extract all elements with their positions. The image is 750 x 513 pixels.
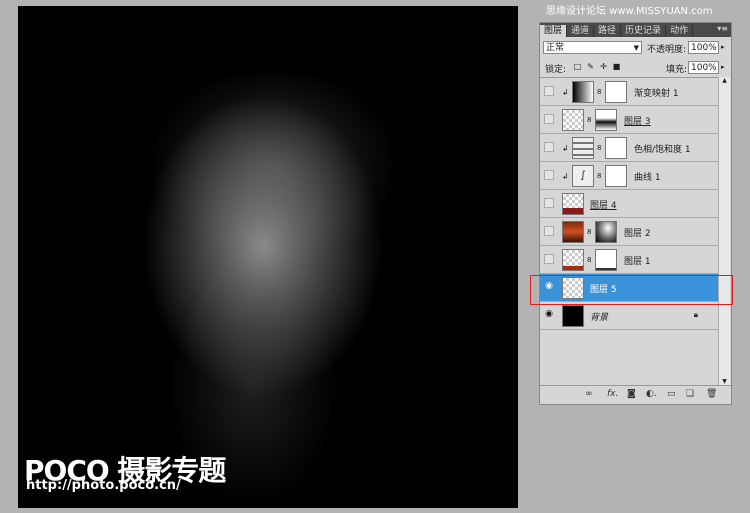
mask-thumbnail: [595, 221, 617, 243]
tab-history[interactable]: 历史记录: [621, 25, 667, 37]
clip-arrow-icon: ↲: [562, 172, 569, 181]
poco-url: http://photo.poco.cn/: [26, 478, 181, 493]
eye-icon[interactable]: ◉: [544, 310, 554, 320]
visibility-toggle[interactable]: [544, 114, 554, 124]
mask-thumbnail: [605, 137, 627, 159]
group-icon[interactable]: ▭: [667, 389, 676, 399]
opacity-arrow-icon[interactable]: ▸: [721, 43, 725, 51]
fill-label: 填充:: [666, 65, 688, 75]
layer-thumbnail: [562, 193, 584, 215]
tab-channels[interactable]: 通道: [567, 25, 595, 37]
fill-arrow-icon[interactable]: ▸: [721, 63, 725, 71]
visibility-toggle[interactable]: [544, 254, 554, 264]
chain-link-icon: 8: [597, 144, 602, 152]
visibility-toggle[interactable]: [544, 142, 554, 152]
blend-mode-value: 正常: [546, 43, 565, 53]
clip-arrow-icon: ↲: [562, 144, 569, 153]
adjustment-thumbnail: [572, 81, 594, 103]
layer-4[interactable]: 图层 4: [540, 190, 718, 218]
panel-tabs: 图层 通道 路径 历史记录 动作 ▾≡: [540, 23, 731, 37]
layer-thumbnail: [562, 109, 584, 131]
visibility-toggle[interactable]: [544, 226, 554, 236]
layer-2[interactable]: 8 图层 2: [540, 218, 718, 246]
layer-thumbnail: [562, 221, 584, 243]
mask-thumbnail: [605, 165, 627, 187]
layer-thumbnail: [562, 305, 584, 327]
lock-label: 锁定:: [545, 65, 567, 75]
layer-name: 背景: [590, 313, 609, 323]
mask-thumbnail: [605, 81, 627, 103]
watermark: 思缘设计论坛 www.MISSYUAN.com: [546, 6, 713, 17]
layer-name: 渐变映射 1: [634, 89, 679, 99]
panel-menu-icon[interactable]: ▾≡: [717, 24, 728, 33]
chain-link-icon: 8: [587, 116, 592, 124]
document-canvas[interactable]: POCO 摄影专题 http://photo.poco.cn/: [18, 6, 518, 508]
layer-curves[interactable]: ↲ ∫ 8 曲线 1: [540, 162, 718, 190]
lock-image-icon[interactable]: ✎: [586, 62, 595, 71]
mask-icon[interactable]: ◙: [627, 389, 636, 399]
link-icon[interactable]: ∞: [585, 389, 593, 399]
fx-icon[interactable]: fx.: [607, 389, 618, 399]
layer-name: 图层 4: [590, 201, 617, 211]
opacity-label: 不透明度:: [647, 45, 687, 55]
canvas-glow-top: [148, 66, 398, 266]
fill-input[interactable]: 100%: [688, 61, 719, 74]
trash-icon[interactable]: 🗑︎: [706, 389, 717, 399]
adjustment-icon[interactable]: ◐.: [646, 389, 657, 399]
layer-name: 图层 2: [624, 229, 651, 239]
curves-icon: ∫: [572, 165, 594, 187]
layer-hue-saturation[interactable]: ↲ 8 色相/饱和度 1: [540, 134, 718, 162]
layer-name: 曲线 1: [634, 173, 661, 183]
mask-thumbnail: [595, 249, 617, 271]
scroll-down-icon[interactable]: ▼: [719, 378, 730, 385]
lock-all-icon[interactable]: ■: [612, 62, 621, 71]
clip-arrow-icon: ↲: [562, 88, 569, 97]
visibility-toggle[interactable]: [544, 86, 554, 96]
new-layer-icon[interactable]: ❏: [686, 389, 694, 399]
layer-background[interactable]: ◉ 背景 🔒︎: [540, 302, 718, 330]
mask-thumbnail: [595, 109, 617, 131]
lock-position-icon[interactable]: ✛: [599, 62, 608, 71]
layer-3[interactable]: 8 图层 3: [540, 106, 718, 134]
chain-link-icon: 8: [597, 88, 602, 96]
adjustment-thumbnail: [572, 137, 594, 159]
selected-layer-highlight: [530, 275, 733, 305]
blend-mode-select[interactable]: 正常 ▼: [543, 41, 642, 54]
visibility-toggle[interactable]: [544, 198, 554, 208]
layer-name: 图层 1: [624, 257, 651, 267]
layer-name: 图层 3: [624, 117, 651, 127]
chevron-down-icon: ▼: [633, 44, 639, 52]
layer-gradient-map[interactable]: ↲ 8 渐变映射 1: [540, 78, 718, 106]
lock-transparent-icon[interactable]: □: [573, 62, 582, 71]
layer-1[interactable]: 8 图层 1: [540, 246, 718, 274]
scroll-up-icon[interactable]: ▲: [719, 77, 730, 84]
layers-panel: 图层 通道 路径 历史记录 动作 ▾≡ 正常 ▼ 不透明度: 100% ▸ 锁定…: [539, 22, 732, 405]
layer-name: 色相/饱和度 1: [634, 145, 691, 155]
layer-thumbnail: [562, 249, 584, 271]
visibility-toggle[interactable]: [544, 170, 554, 180]
chain-link-icon: 8: [587, 228, 592, 236]
chain-link-icon: 8: [587, 256, 592, 264]
tab-actions[interactable]: 动作: [666, 25, 694, 37]
lock-icon: 🔒︎: [693, 310, 698, 319]
panel-bottom-toolbar: ∞ fx. ◙ ◐. ▭ ❏ 🗑︎: [540, 385, 731, 404]
tab-layers[interactable]: 图层: [540, 25, 568, 37]
layers-list: ↲ 8 渐变映射 1 8 图层 3 ↲ 8 色相/饱和度 1 ↲ ∫ 8 曲线 …: [540, 77, 718, 386]
tab-paths[interactable]: 路径: [594, 25, 622, 37]
opacity-input[interactable]: 100%: [688, 41, 719, 54]
chain-link-icon: 8: [597, 172, 602, 180]
layers-scrollbar[interactable]: ▲ ▼: [718, 77, 730, 385]
